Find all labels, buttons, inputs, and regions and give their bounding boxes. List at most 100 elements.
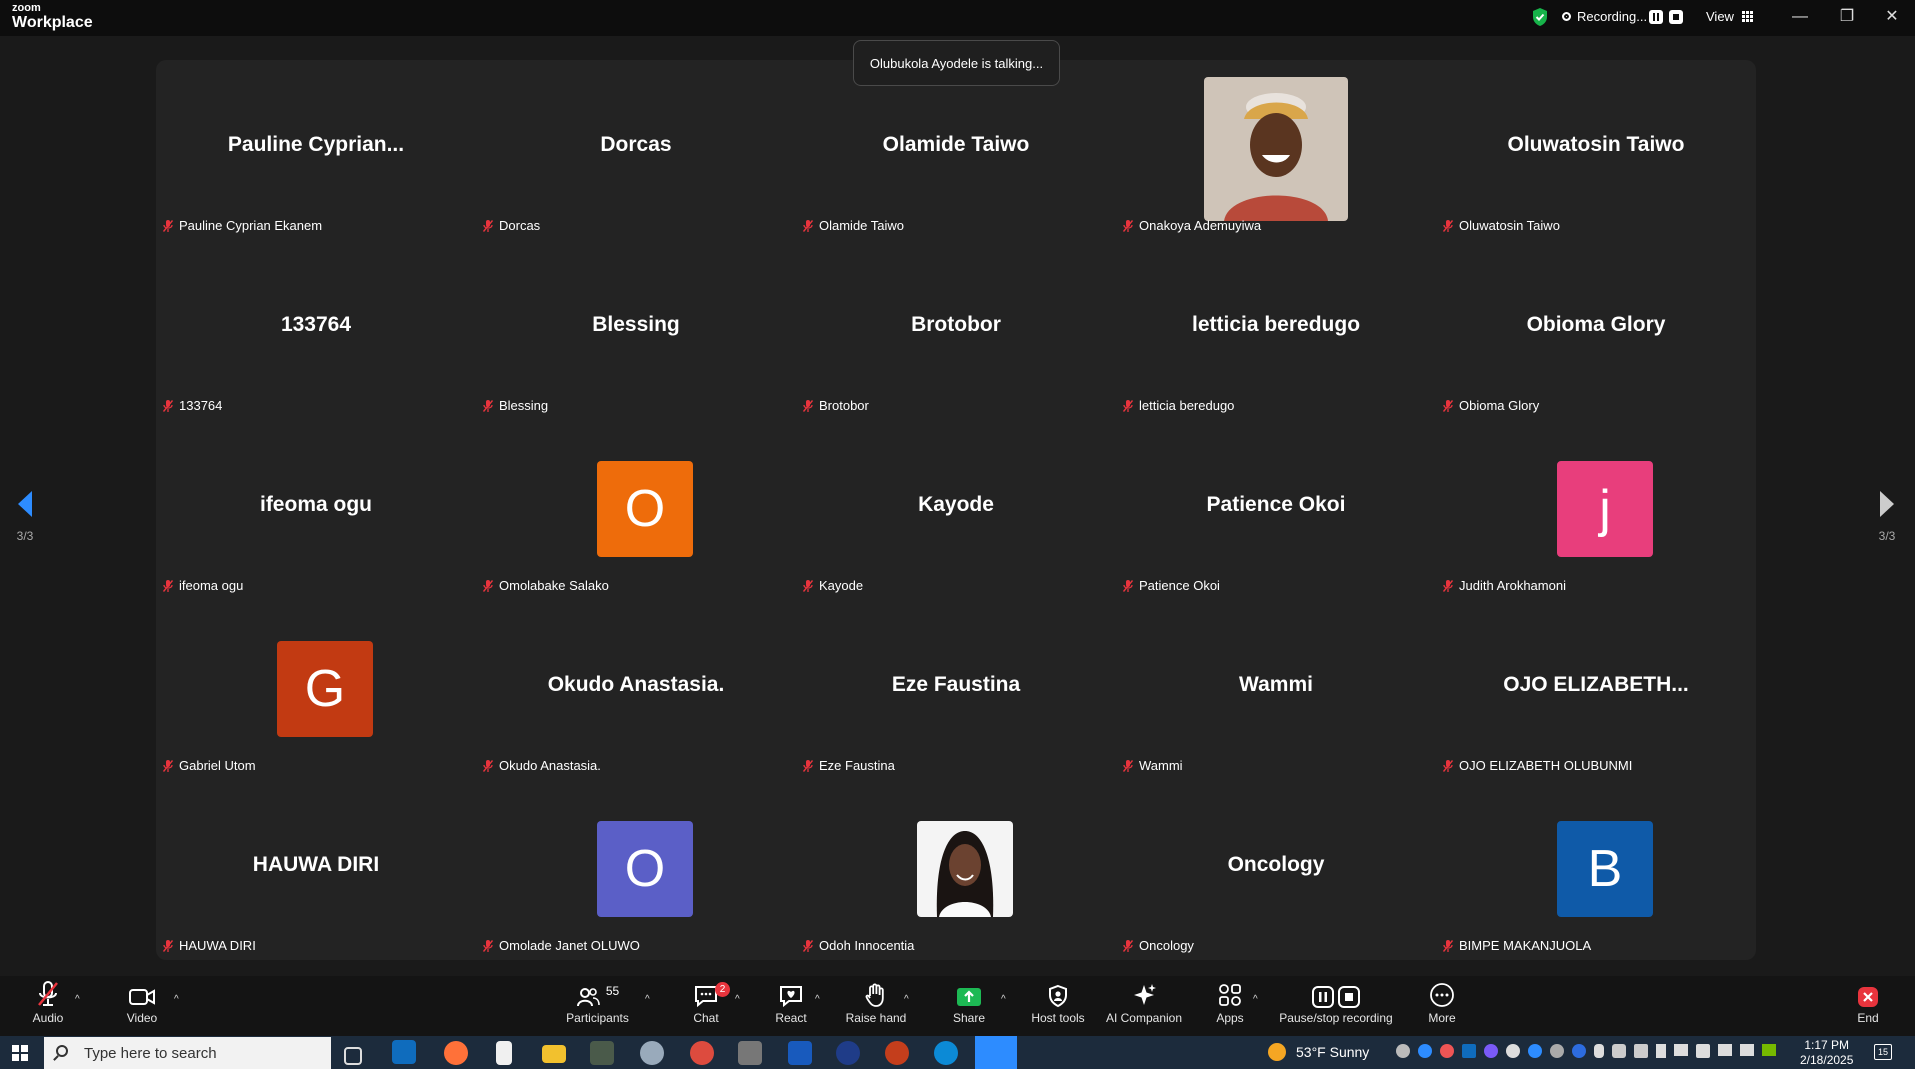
apps-button[interactable]: Apps [1215, 976, 1245, 1036]
apps-options-chevron-icon[interactable]: ^ [1253, 994, 1258, 1005]
participant-tile[interactable]: Kayode Kayode [796, 420, 1116, 600]
tray-icon-2[interactable] [1418, 1044, 1432, 1058]
word-app-icon[interactable] [788, 1041, 812, 1065]
participant-name-tag: Onakoya Ademuyiwa [1122, 218, 1261, 233]
tray-icon-5[interactable] [1484, 1044, 1498, 1058]
taskbar-search-box[interactable]: Type here to search [44, 1037, 331, 1069]
close-window-button[interactable]: ✕ [1877, 6, 1907, 28]
edge-app-icon[interactable] [934, 1041, 958, 1065]
ai-companion-button[interactable]: AI Companion [1104, 976, 1184, 1036]
task-view-icon[interactable] [344, 1047, 362, 1065]
participant-tile[interactable]: letticia beredugo letticia beredugo [1116, 240, 1436, 420]
participant-tile[interactable]: Oluwatosin Taiwo Oluwatosin Taiwo [1436, 60, 1756, 240]
participant-tile[interactable]: OJO ELIZABETH... OJO ELIZABETH OLUBUNMI [1436, 600, 1756, 780]
pause-stop-recording-button[interactable]: Pause/stop recording [1277, 976, 1395, 1036]
tray-icon-4[interactable] [1462, 1044, 1476, 1058]
battery-icon[interactable] [1656, 1044, 1666, 1058]
participant-tile[interactable]: ifeoma ogu ifeoma ogu [156, 420, 476, 600]
participant-tile[interactable]: Olamide Taiwo Olamide Taiwo [796, 60, 1116, 240]
participant-tile[interactable]: Obioma Glory Obioma Glory [1436, 240, 1756, 420]
pause-recording-icon[interactable] [1649, 10, 1663, 24]
participant-name: Eze Faustina [819, 758, 895, 773]
next-page-button[interactable]: 3/3 [1872, 490, 1902, 543]
outlook-app-icon[interactable] [392, 1040, 416, 1064]
file-explorer-icon[interactable] [542, 1045, 566, 1063]
raise-hand-options-chevron-icon[interactable]: ^ [904, 994, 909, 1005]
participant-tile[interactable]: Onakoya Ademuyiwa [1116, 60, 1436, 240]
chrome-app-icon[interactable] [690, 1041, 714, 1065]
taskbar-clock[interactable]: 1:17 PM 2/18/2025 [1800, 1038, 1853, 1068]
participant-tile[interactable]: Oncology Oncology [1116, 780, 1436, 960]
participants-options-chevron-icon[interactable]: ^ [645, 994, 650, 1005]
participant-tile[interactable]: Patience Okoi Patience Okoi [1116, 420, 1436, 600]
participant-tile[interactable]: Odoh Innocentia [796, 780, 1116, 960]
microphone-tray-icon[interactable] [1594, 1044, 1604, 1058]
participant-tile[interactable]: G Gabriel Utom [156, 600, 476, 780]
previous-page-button[interactable]: 3/3 [10, 490, 40, 543]
volume-icon[interactable] [1740, 1044, 1754, 1056]
audio-options-chevron-icon[interactable]: ^ [75, 994, 80, 1005]
participant-tile[interactable]: Dorcas Dorcas [476, 60, 796, 240]
video-button[interactable]: Video [122, 976, 162, 1036]
participant-tile[interactable]: Pauline Cyprian... Pauline Cyprian Ekanem [156, 60, 476, 240]
participant-tile[interactable]: 133764 133764 [156, 240, 476, 420]
tray-icon-6[interactable] [1506, 1044, 1520, 1058]
end-meeting-button[interactable]: End [1853, 976, 1883, 1036]
participant-tile[interactable]: Eze Faustina Eze Faustina [796, 600, 1116, 780]
participant-tile[interactable]: Okudo Anastasia. Okudo Anastasia. [476, 600, 796, 780]
chat-button[interactable]: 2 Chat [688, 976, 730, 1036]
share-options-chevron-icon[interactable]: ^ [1001, 994, 1006, 1005]
bluetooth-icon[interactable] [1572, 1044, 1586, 1058]
host-tools-button[interactable]: Host tools [1030, 976, 1086, 1036]
mic-muted-icon [482, 579, 494, 592]
snipping-tool-icon[interactable] [640, 1041, 664, 1065]
video-options-chevron-icon[interactable]: ^ [174, 994, 179, 1005]
notifications-icon[interactable]: 15 [1874, 1044, 1892, 1060]
raise-hand-icon [865, 983, 884, 1007]
mail-tray-icon[interactable] [1674, 1044, 1688, 1056]
onedrive-tray-icon[interactable] [1696, 1044, 1710, 1058]
stop-icon [1338, 986, 1360, 1008]
webex-app-icon[interactable] [836, 1041, 860, 1065]
audio-button[interactable]: Audio [28, 976, 68, 1036]
restore-button[interactable]: ❐ [1832, 6, 1862, 28]
raise-hand-button[interactable]: Raise hand [845, 976, 907, 1036]
nvidia-tray-icon[interactable] [1762, 1044, 1776, 1056]
security-tray-icon[interactable] [1612, 1044, 1626, 1058]
usb-tray-icon[interactable] [1634, 1044, 1648, 1058]
stop-recording-icon[interactable] [1669, 10, 1683, 24]
view-button[interactable]: View [1706, 9, 1753, 24]
chat-options-chevron-icon[interactable]: ^ [735, 994, 740, 1005]
participant-tile[interactable]: O Omolabake Salako [476, 420, 796, 600]
firefox-app-icon[interactable] [444, 1041, 468, 1065]
more-button[interactable]: More [1424, 976, 1460, 1036]
participant-display-name: Wammi [1239, 673, 1313, 696]
zoom-taskbar-icon[interactable] [975, 1036, 1017, 1069]
tray-icon-1[interactable] [1396, 1044, 1410, 1058]
windows-start-icon[interactable] [12, 1045, 28, 1061]
participant-tile[interactable]: j Judith Arokhamoni [1436, 420, 1756, 600]
wifi-icon[interactable] [1718, 1044, 1732, 1056]
participant-tile[interactable]: Brotobor Brotobor [796, 240, 1116, 420]
participant-tile[interactable]: O Omolade Janet OLUWO [476, 780, 796, 960]
react-button[interactable]: React [773, 976, 809, 1036]
text-app-icon[interactable] [738, 1041, 762, 1065]
participant-tile[interactable]: B BIMPE MAKANJUOLA [1436, 780, 1756, 960]
mic-muted-icon [162, 399, 174, 412]
participants-button[interactable]: 55 Participants [565, 976, 630, 1036]
video-camera-icon [129, 989, 155, 1005]
calculator-app-icon[interactable] [590, 1041, 614, 1065]
react-options-chevron-icon[interactable]: ^ [815, 994, 820, 1005]
participant-name: Olamide Taiwo [819, 218, 905, 233]
tray-icon-3[interactable] [1440, 1044, 1454, 1058]
participant-tile[interactable]: HAUWA DIRI HAUWA DIRI [156, 780, 476, 960]
tray-icon-7[interactable] [1528, 1044, 1542, 1058]
document-app-icon[interactable] [496, 1041, 512, 1065]
share-button[interactable]: Share [949, 976, 989, 1036]
participant-tile[interactable]: Blessing Blessing [476, 240, 796, 420]
shield-check-icon[interactable] [1531, 7, 1549, 27]
minimize-button[interactable]: — [1785, 6, 1815, 28]
powerpoint-app-icon[interactable] [885, 1041, 909, 1065]
participant-tile[interactable]: Wammi Wammi [1116, 600, 1436, 780]
tray-icon-8[interactable] [1550, 1044, 1564, 1058]
